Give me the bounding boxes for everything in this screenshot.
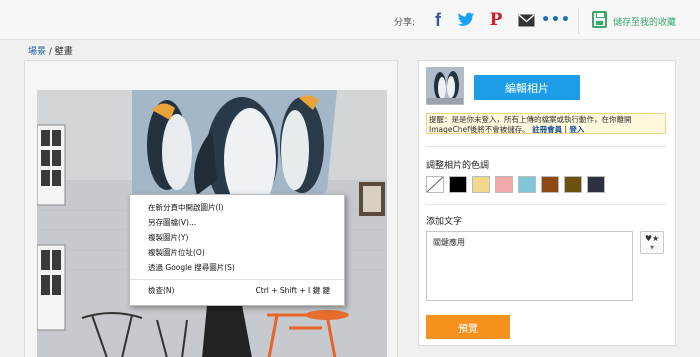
divider bbox=[426, 146, 666, 147]
editor-panel: 編輯相片 提醒：是是你未登入，所有上傳的檔案或執行動作，在你離開 ImageCh… bbox=[418, 60, 676, 346]
join-link[interactable]: 註冊會員 bbox=[532, 125, 562, 133]
edit-photo-button[interactable]: 編輯相片 bbox=[474, 75, 580, 100]
menu-item-open-image-new-tab[interactable]: 在新分頁中開啟圖片(I) bbox=[130, 200, 344, 215]
photo-panel: 在新分頁中開啟圖片(I) 另存圖檔(V)... 複製圖片(Y) 複製圖片位址(O… bbox=[24, 60, 398, 357]
divider bbox=[578, 8, 579, 34]
inspect-shortcut: Ctrl + Shift + I 鍵 鍵 bbox=[255, 286, 330, 295]
font-style-button[interactable]: ♥★ ▼ bbox=[640, 231, 664, 254]
login-link[interactable]: 登入 bbox=[569, 125, 584, 133]
color-swatch-black[interactable] bbox=[449, 176, 467, 193]
color-swatch-none[interactable] bbox=[426, 176, 444, 193]
color-swatch-pink[interactable] bbox=[495, 176, 513, 193]
color-swatch-yellow[interactable] bbox=[472, 176, 490, 193]
menu-item-search-google-image[interactable]: 透過 Google 搜尋圖片(S) bbox=[130, 260, 344, 275]
chevron-down-icon: ▼ bbox=[650, 245, 654, 251]
pinterest-icon[interactable]: P bbox=[486, 10, 506, 30]
context-menu: 在新分頁中開啟圖片(I) 另存圖檔(V)... 複製圖片(Y) 複製圖片位址(O… bbox=[129, 194, 345, 306]
menu-item-save-image-as[interactable]: 另存圖檔(V)... bbox=[130, 215, 344, 230]
photo-thumbnail[interactable] bbox=[426, 67, 464, 105]
color-swatch-olive[interactable] bbox=[564, 176, 582, 193]
breadcrumb-home-link[interactable]: 場景 bbox=[28, 47, 46, 57]
menu-separator bbox=[130, 279, 344, 280]
color-section-title: 調整相片的色調 bbox=[426, 161, 490, 171]
menu-item-inspect[interactable]: 檢查(N) Ctrl + Shift + I 鍵 鍵 bbox=[130, 283, 344, 298]
preview-button[interactable]: 預覽 bbox=[426, 315, 510, 339]
color-swatch-brown[interactable] bbox=[541, 176, 559, 193]
divider bbox=[426, 204, 666, 205]
add-text-input[interactable]: 關鍵應用 bbox=[426, 231, 633, 301]
menu-item-copy-image[interactable]: 複製圖片(Y) bbox=[130, 230, 344, 245]
twitter-icon[interactable] bbox=[456, 10, 476, 30]
breadcrumb-current: / 壁畫 bbox=[48, 47, 73, 57]
facebook-icon[interactable]: f bbox=[428, 10, 448, 30]
menu-item-copy-image-address[interactable]: 複製圖片位址(O) bbox=[130, 245, 344, 260]
save-to-favorites-icon[interactable] bbox=[592, 11, 607, 28]
top-bar: 分享: f P ••• 儲存至我的收藏 bbox=[0, 0, 700, 40]
breadcrumb: 場景 / 壁畫 bbox=[28, 44, 73, 57]
mail-icon[interactable] bbox=[516, 10, 536, 30]
color-swatch-cyan[interactable] bbox=[518, 176, 536, 193]
notice-text: 提醒：是是你未登入，所有上傳的檔案或執行動作，在你離開 ImageChef後將不… bbox=[429, 115, 632, 134]
login-notice: 提醒：是是你未登入，所有上傳的檔案或執行動作，在你離開 ImageChef後將不… bbox=[426, 113, 666, 134]
text-section-title: 添加文字 bbox=[426, 217, 463, 227]
share-label: 分享: bbox=[394, 18, 416, 28]
font-style-icon: ♥★ bbox=[644, 234, 660, 243]
inspect-label: 檢查(N) bbox=[148, 286, 175, 295]
color-swatch-navy[interactable] bbox=[587, 176, 605, 193]
more-icon[interactable]: ••• bbox=[541, 10, 570, 30]
save-to-favorites-button[interactable]: 儲存至我的收藏 bbox=[613, 15, 676, 28]
